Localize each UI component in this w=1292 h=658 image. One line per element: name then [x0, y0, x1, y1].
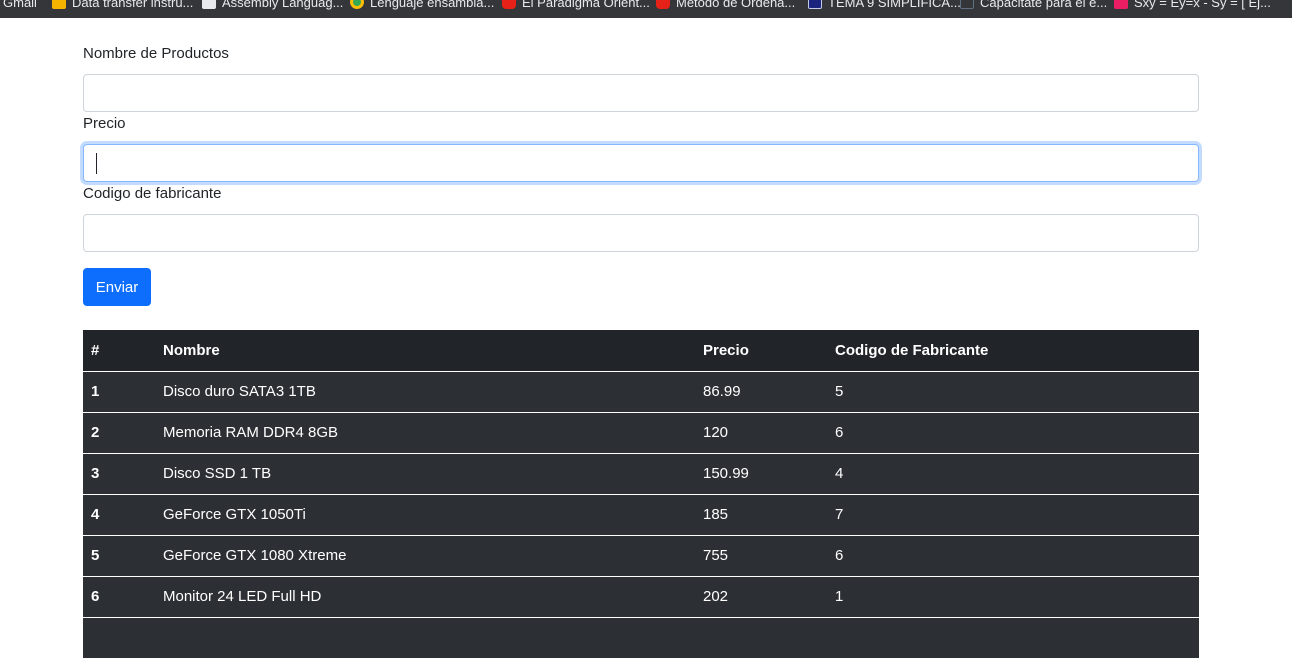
- table-row: 1 Disco duro SATA3 1TB 86.99 5: [83, 370, 1199, 412]
- submit-button[interactable]: Enviar: [83, 268, 151, 306]
- codigo-input[interactable]: [83, 214, 1199, 252]
- row-codigo: 1: [827, 575, 1199, 617]
- bookmark-lenguaje[interactable]: Lenguaje ensambla...: [350, 0, 494, 11]
- row-num: 2: [83, 411, 155, 453]
- text-caret: [96, 153, 97, 174]
- bookmark-paradigma[interactable]: El Paradigma Orient...: [502, 0, 650, 11]
- row-num: 3: [83, 452, 155, 494]
- drive-icon: [52, 0, 66, 9]
- sy-icon: [1114, 0, 1128, 9]
- bookmark-label: Data transfer instru...: [72, 0, 194, 10]
- row-codigo: 6: [827, 411, 1199, 453]
- row-nombre: Disco SSD 1 TB: [155, 452, 695, 494]
- header-precio: Precio: [703, 341, 749, 359]
- page-icon: [960, 0, 974, 9]
- bookmark-metodo[interactable]: Metodo de Ordena...: [656, 0, 795, 11]
- codigo-label: Codigo de fabricante: [83, 185, 222, 202]
- bookmark-label: TEMA 9 SIMPLIFICA...: [828, 0, 961, 10]
- doc-icon: [202, 0, 216, 9]
- header-num: #: [91, 341, 100, 359]
- bookmark-gmail[interactable]: Gmail: [3, 0, 37, 11]
- bookmark-sxy[interactable]: Sxy = Ey=x - Sy = [ Ej...: [1114, 0, 1271, 11]
- row-codigo: 4: [827, 452, 1199, 494]
- table-row: 5 GeForce GTX 1080 Xtreme 755 6: [83, 534, 1199, 576]
- header-codigo: Codigo de Fabricante: [835, 341, 989, 359]
- table-row: 4 GeForce GTX 1050Ti 185 7: [83, 493, 1199, 535]
- table-row: 3 Disco SSD 1 TB 150.99 4: [83, 452, 1199, 494]
- header-nombre: Nombre: [163, 341, 220, 359]
- row-codigo: [827, 616, 1199, 658]
- products-table: # Nombre Precio Codigo de Fabricante 1 D…: [83, 330, 1199, 658]
- row-nombre: Disco duro SATA3 1TB: [155, 370, 695, 412]
- row-num: [83, 616, 155, 658]
- bookmark-assembly[interactable]: Assembly Languag...: [202, 0, 343, 11]
- row-nombre: Memoria RAM DDR4 8GB: [155, 411, 695, 453]
- chrome-icon: [350, 0, 364, 9]
- youtube-icon: [656, 0, 670, 9]
- row-nombre: [155, 616, 695, 658]
- youtube-icon: [502, 0, 516, 9]
- bookmark-tema9[interactable]: TEMA 9 SIMPLIFICA...: [808, 0, 961, 11]
- bookmark-label: Sxy = Ey=x - Sy = [ Ej...: [1134, 0, 1271, 10]
- table-row: 6 Monitor 24 LED Full HD 202 1: [83, 575, 1199, 617]
- bookmarks-bar: Gmail Data transfer instru... Assembly L…: [0, 0, 1292, 18]
- row-codigo: 7: [827, 493, 1199, 535]
- row-num: 4: [83, 493, 155, 535]
- table-header-row: # Nombre Precio Codigo de Fabricante: [83, 330, 1199, 371]
- row-precio: 150.99: [695, 452, 827, 494]
- bookmark-label: Assembly Languag...: [222, 0, 344, 10]
- row-num: 5: [83, 534, 155, 576]
- bookmark-capacitate[interactable]: Capacitate para el e...: [960, 0, 1107, 11]
- row-codigo: 6: [827, 534, 1199, 576]
- table-row: 2 Memoria RAM DDR4 8GB 120 6: [83, 411, 1199, 453]
- row-precio: 185: [695, 493, 827, 535]
- row-precio: 202: [695, 575, 827, 617]
- row-precio: 86.99: [695, 370, 827, 412]
- bookmark-label: El Paradigma Orient...: [522, 0, 650, 10]
- bookmark-data-transfer[interactable]: Data transfer instru...: [52, 0, 193, 11]
- b-icon: [808, 0, 822, 9]
- precio-label: Precio: [83, 115, 126, 132]
- row-codigo: 5: [827, 370, 1199, 412]
- bookmark-label: Capacitate para el e...: [980, 0, 1108, 10]
- row-precio: 755: [695, 534, 827, 576]
- precio-input[interactable]: [83, 144, 1199, 182]
- row-nombre: GeForce GTX 1080 Xtreme: [155, 534, 695, 576]
- row-precio: [695, 616, 827, 658]
- nombre-input[interactable]: [83, 74, 1199, 112]
- row-precio: 120: [695, 411, 827, 453]
- row-num: 6: [83, 575, 155, 617]
- bookmark-label: Metodo de Ordena...: [676, 0, 796, 10]
- row-num: 1: [83, 370, 155, 412]
- table-row: [83, 616, 1199, 658]
- row-nombre: Monitor 24 LED Full HD: [155, 575, 695, 617]
- row-nombre: GeForce GTX 1050Ti: [155, 493, 695, 535]
- bookmark-label: Lenguaje ensambla...: [370, 0, 495, 10]
- nombre-label: Nombre de Productos: [83, 45, 229, 62]
- bookmark-label: Gmail: [3, 0, 37, 10]
